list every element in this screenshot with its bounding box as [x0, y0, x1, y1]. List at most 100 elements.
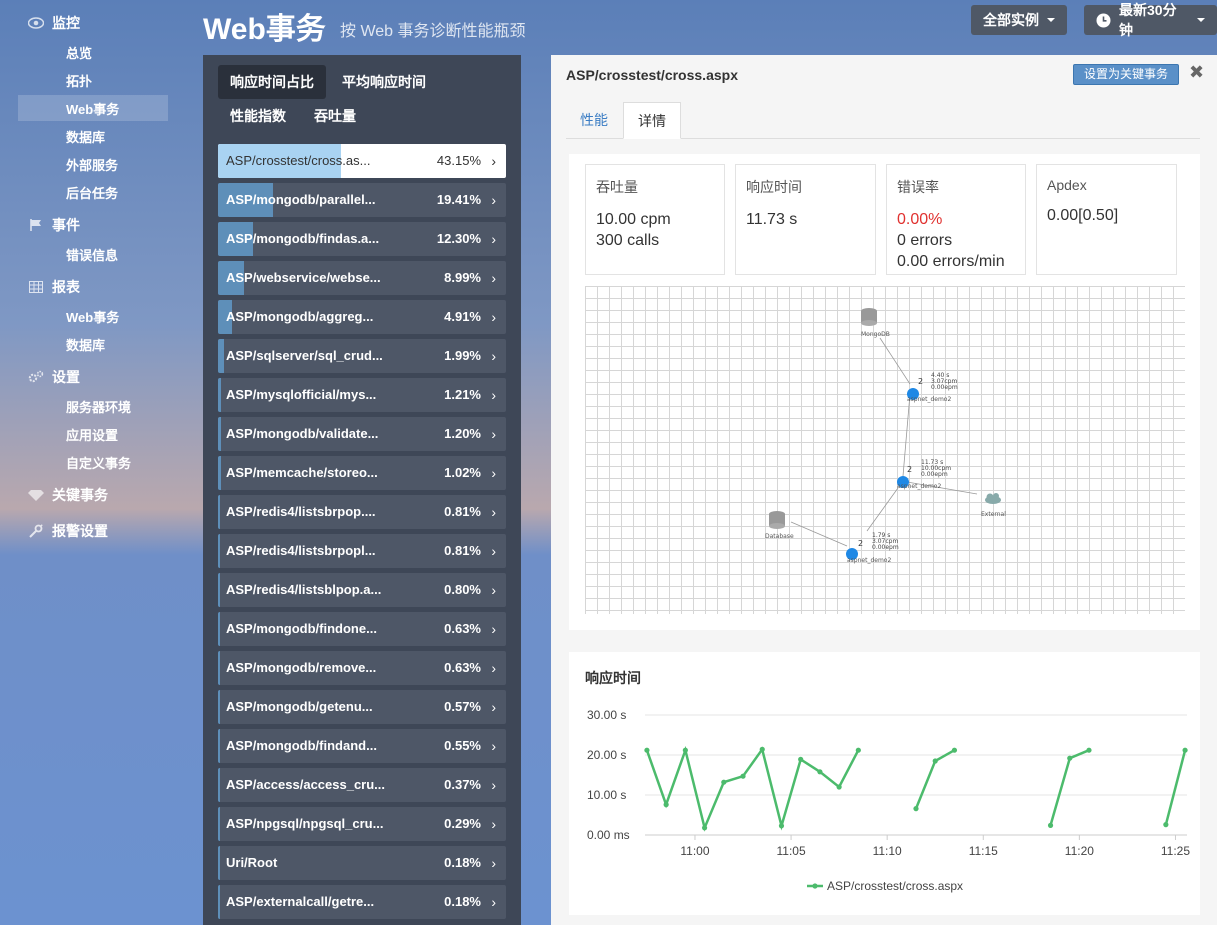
- sidebar-group-reports[interactable]: 报表: [28, 277, 80, 297]
- transaction-row[interactable]: ASP/memcache/storeo... 1.02% ›: [218, 456, 506, 490]
- metric-apdex: Apdex 0.00[0.50]: [1036, 164, 1177, 275]
- instances-dropdown[interactable]: 全部实例: [971, 5, 1067, 35]
- topology-node-app[interactable]: 2 aspnet_demo2 1.79 s 3.07cpm 0.00epm: [846, 532, 899, 564]
- topology-edge: [879, 337, 911, 385]
- data-point: [663, 802, 669, 808]
- transaction-row[interactable]: ASP/crosstest/cross.as... 43.15% ›: [218, 144, 506, 178]
- transaction-row[interactable]: ASP/mongodb/aggreg... 4.91% ›: [218, 300, 506, 334]
- topology-node-label: External: [981, 511, 1006, 518]
- transaction-name: ASP/mongodb/aggreg...: [226, 309, 374, 324]
- metric-label: 响应时间: [746, 179, 802, 195]
- sidebar-item-app-settings[interactable]: 应用设置: [66, 425, 118, 444]
- database-icon[interactable]: Database: [765, 511, 794, 540]
- data-point: [951, 747, 958, 753]
- data-point: [721, 779, 727, 785]
- transaction-row[interactable]: ASP/mongodb/findand... 0.55% ›: [218, 729, 506, 763]
- tab-throughput[interactable]: 吞吐量: [302, 99, 368, 133]
- sidebar-group-events[interactable]: 事件: [28, 215, 80, 235]
- database-icon[interactable]: MongoDB: [861, 308, 890, 338]
- tab-apdex[interactable]: 性能指数: [218, 99, 298, 133]
- time-range-dropdown[interactable]: 最新30分钟: [1084, 2, 1217, 38]
- summary-card: 吞吐量 10.00 cpm 300 calls 响应时间 11.73 s 错误率…: [569, 154, 1200, 630]
- diamond-icon: [28, 487, 44, 503]
- sidebar-group-label: 设置: [52, 369, 80, 385]
- sidebar-item-report-web-transactions[interactable]: Web事务: [66, 307, 119, 326]
- share-bar: [218, 846, 220, 880]
- sidebar-item-errors[interactable]: 错误信息: [66, 245, 118, 264]
- sidebar-item-server-env[interactable]: 服务器环境: [66, 397, 131, 416]
- topology-node-app[interactable]: 2 aspnet_demo2 11.73 s 10.00cpm 0.00epm: [897, 459, 951, 490]
- transaction-row[interactable]: ASP/mongodb/getenu... 0.57% ›: [218, 690, 506, 724]
- tab-details[interactable]: 详情: [623, 102, 681, 139]
- sidebar-item-background-tasks[interactable]: 后台任务: [66, 183, 118, 202]
- sidebar-group-key-transactions[interactable]: 关键事务: [28, 485, 108, 505]
- topology-node-stat: 0.00epm: [931, 384, 958, 391]
- topology-node-app[interactable]: 2 aspnet_demo2 4.40 s 3.07cpm 0.00epm: [907, 372, 958, 403]
- tab-response-time-share[interactable]: 响应时间占比: [218, 65, 326, 99]
- sidebar-item-database[interactable]: 数据库: [66, 127, 105, 146]
- sidebar-group-monitor[interactable]: 监控: [28, 13, 80, 33]
- transaction-row[interactable]: ASP/mysqlofficial/mys... 1.21% ›: [218, 378, 506, 412]
- transaction-percent: 0.37%: [444, 777, 481, 792]
- sidebar-item-report-database[interactable]: 数据库: [66, 335, 105, 354]
- page-title: Web事务: [203, 13, 326, 46]
- transaction-row[interactable]: ASP/redis4/listsblpop.a... 0.80% ›: [218, 573, 506, 607]
- close-icon[interactable]: ✖: [1189, 62, 1204, 83]
- transaction-row[interactable]: ASP/externalcall/getre... 0.18% ›: [218, 885, 506, 919]
- response-time-chart-card: 响应时间 30.00 s 20.00 s 10.00 s 0.00 ms 11:00 11…: [569, 652, 1200, 915]
- caret-down-icon: [1197, 18, 1205, 22]
- transaction-row[interactable]: ASP/mongodb/remove... 0.63% ›: [218, 651, 506, 685]
- cloud-icon[interactable]: External: [981, 493, 1006, 518]
- sidebar-item-external-services[interactable]: 外部服务: [66, 155, 118, 174]
- transaction-row[interactable]: ASP/redis4/listsbrpop.... 0.81% ›: [218, 495, 506, 529]
- transaction-name: ASP/access/access_cru...: [226, 777, 386, 792]
- sidebar-group-alerts[interactable]: 报警设置: [28, 521, 108, 541]
- transaction-name: ASP/redis4/listsbrpopl...: [226, 543, 376, 558]
- chevron-right-icon: ›: [491, 270, 496, 286]
- sidebar-item-topology[interactable]: 拓扑: [66, 71, 92, 90]
- set-key-transaction-button[interactable]: 设置为关键事务: [1073, 64, 1180, 85]
- transaction-row[interactable]: ASP/mongodb/parallel... 19.41% ›: [218, 183, 506, 217]
- sidebar-item-custom-transactions[interactable]: 自定义事务: [66, 453, 131, 472]
- x-tick-label: 11:05: [777, 844, 806, 858]
- transaction-percent: 0.81%: [444, 504, 481, 519]
- transaction-row[interactable]: ASP/redis4/listsbrpopl... 0.81% ›: [218, 534, 506, 568]
- transaction-row[interactable]: ASP/mongodb/findas.a... 12.30% ›: [218, 222, 506, 256]
- transaction-row[interactable]: Uri/Root 0.18% ›: [218, 846, 506, 880]
- transaction-row[interactable]: ASP/npgsql/npgsql_cru... 0.29% ›: [218, 807, 506, 841]
- sidebar-item-overview[interactable]: 总览: [66, 43, 92, 62]
- sidebar-group-label: 监控: [52, 15, 80, 31]
- series-line: [1164, 749, 1187, 825]
- transaction-name: ASP/mongodb/parallel...: [226, 192, 376, 207]
- transaction-row[interactable]: ASP/mongodb/findone... 0.63% ›: [218, 612, 506, 646]
- detail-tabs: 性能 详情: [566, 102, 1200, 139]
- topology-node-label: aspnet_demo2: [847, 557, 891, 564]
- transaction-percent: 4.91%: [444, 309, 481, 324]
- transaction-row[interactable]: ASP/sqlserver/sql_crud... 1.99% ›: [218, 339, 506, 373]
- data-point: [836, 784, 842, 790]
- metric-value: 300 calls: [596, 232, 660, 249]
- transaction-row[interactable]: ASP/mongodb/validate... 1.20% ›: [218, 417, 506, 451]
- eye-icon: [28, 15, 44, 31]
- transaction-percent: 0.80%: [444, 582, 481, 597]
- sidebar-item-web-transactions[interactable]: Web事务: [66, 99, 119, 118]
- chevron-right-icon: ›: [491, 894, 496, 910]
- transaction-name: ASP/redis4/listsbrpop....: [226, 504, 376, 519]
- topology-map[interactable]: MongoDB 2 aspnet_demo2 4.40 s 3.07cpm 0.…: [585, 286, 1185, 614]
- x-tick-label: 11:15: [969, 844, 998, 858]
- topology-node-label: Database: [765, 533, 794, 540]
- topology-node-stat: 0.00epm: [872, 544, 899, 551]
- transaction-row[interactable]: ASP/webservice/webse... 8.99% ›: [218, 261, 506, 295]
- share-bar: [218, 534, 221, 568]
- metric-label: 错误率: [897, 179, 939, 195]
- sidebar-group-settings[interactable]: 设置: [28, 367, 80, 387]
- chevron-right-icon: ›: [491, 153, 496, 169]
- tab-performance[interactable]: 性能: [566, 102, 622, 139]
- transaction-row[interactable]: ASP/access/access_cru... 0.37% ›: [218, 768, 506, 802]
- chevron-right-icon: ›: [491, 582, 496, 598]
- chevron-right-icon: ›: [491, 231, 496, 247]
- data-point: [759, 746, 765, 752]
- response-time-chart[interactable]: 30.00 s 20.00 s 10.00 s 0.00 ms 11:00 11:05 11…: [569, 652, 1200, 915]
- topology-node-label: aspnet_demo2: [897, 483, 941, 490]
- tab-avg-response-time[interactable]: 平均响应时间: [330, 65, 438, 99]
